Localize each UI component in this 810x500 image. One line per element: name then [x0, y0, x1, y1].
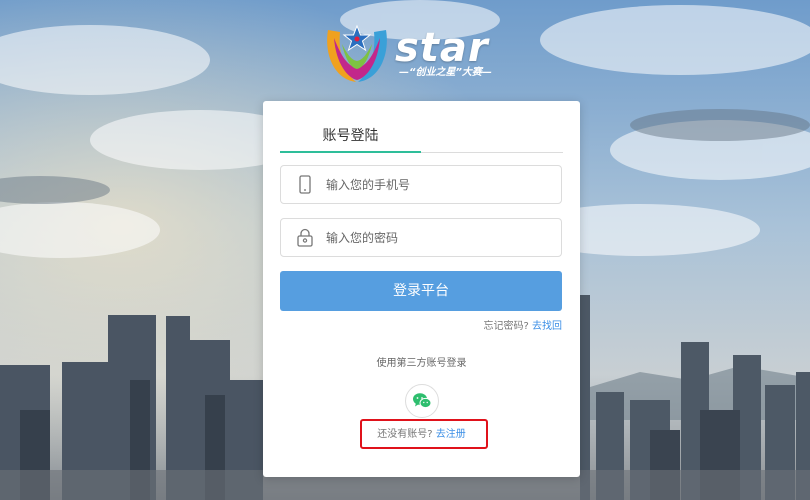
logo-text: star [395, 25, 489, 71]
wechat-login-button[interactable] [405, 384, 439, 418]
third-party-login-label: 使用第三方账号登录 [376, 358, 467, 369]
phone-icon [296, 175, 314, 194]
phone-field[interactable] [280, 165, 562, 204]
forgot-password-text: 忘记密码? [483, 321, 529, 332]
register-highlight-box [360, 419, 488, 449]
logo-emblem-icon [327, 24, 387, 82]
logo: star —“创业之星”大赛— [322, 24, 522, 86]
password-input[interactable] [326, 219, 551, 256]
logo-subtitle: —“创业之星”大赛— [399, 67, 492, 78]
tab-active-indicator [280, 151, 421, 153]
login-submit-button[interactable]: 登录平台 [280, 271, 562, 311]
phone-input[interactable] [326, 166, 551, 203]
lock-icon [296, 228, 314, 247]
wechat-icon [413, 393, 432, 409]
forgot-password-row: 忘记密码? 去找回 [484, 320, 563, 334]
tab-account-login-label: 账号登陆 [322, 128, 379, 144]
password-field[interactable] [280, 218, 562, 257]
tab-account-login[interactable]: 账号登陆 [280, 123, 421, 153]
login-tab-bar: 账号登陆 [280, 123, 563, 153]
forgot-password-link[interactable]: 去找回 [532, 321, 562, 332]
